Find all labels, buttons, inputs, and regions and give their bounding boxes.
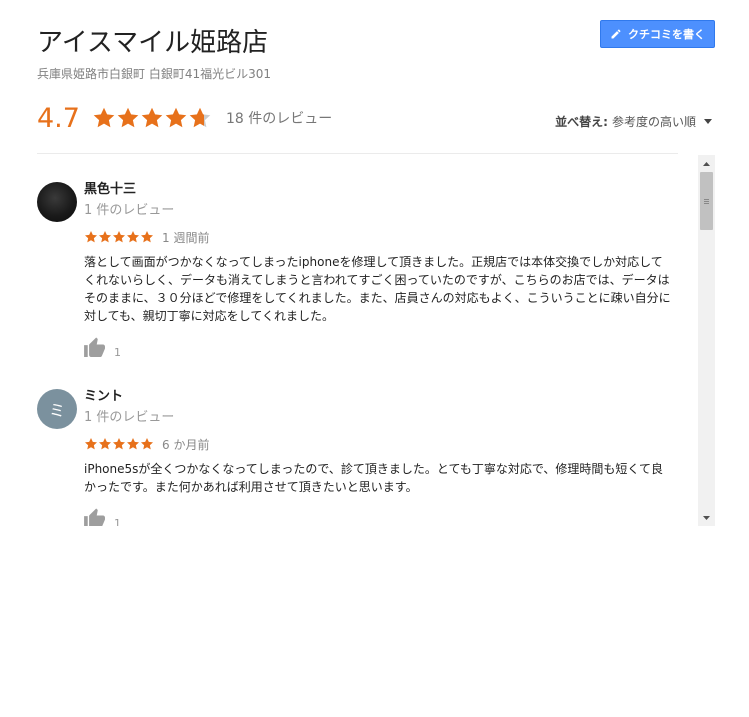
reviewer-name[interactable]: ミント <box>84 389 674 405</box>
star-icon <box>98 230 112 244</box>
star-icon <box>92 106 116 130</box>
review-text: iPhone5sが全くつかなくなってしまったので、診て頂きました。とても丁寧な対… <box>84 462 664 494</box>
review-scrollbar[interactable] <box>698 155 715 526</box>
avatar[interactable]: ミ <box>37 389 77 429</box>
caret-down-icon <box>704 119 712 124</box>
review-count[interactable]: 18 件のレビュー <box>226 108 332 128</box>
star-icon <box>98 437 112 451</box>
star-icon <box>140 106 164 130</box>
star-icon <box>140 437 154 451</box>
scroll-down-arrow-icon[interactable] <box>698 509 715 526</box>
review-time: 6 か月前 <box>162 437 210 452</box>
review-text: 落として画面がつかなくなってしまったiphoneを修理して頂きました。正規店では… <box>84 255 671 323</box>
like-count: 1 <box>114 345 121 359</box>
review-stars <box>84 230 154 244</box>
star-icon <box>126 230 140 244</box>
write-review-label: クチコミを書く <box>628 28 705 41</box>
reviewer-review-count: 1 件のレビュー <box>84 410 175 425</box>
star-icon <box>112 230 126 244</box>
star-icon <box>188 106 212 130</box>
review-time: 1 週間前 <box>162 230 210 245</box>
rating-summary: 4.7 18 件のレビュー <box>37 100 332 136</box>
star-icon <box>126 437 140 451</box>
star-icon <box>116 106 140 130</box>
divider <box>37 153 678 154</box>
star-icon <box>84 437 98 451</box>
scroll-up-arrow-icon[interactable] <box>698 155 715 172</box>
like-count: 1 <box>114 516 121 527</box>
scroll-thumb[interactable] <box>700 172 713 230</box>
pencil-icon <box>610 28 622 40</box>
place-title: アイスマイル姫路店 <box>37 28 269 58</box>
thumbs-up-icon <box>84 508 106 526</box>
reviewer-review-count: 1 件のレビュー <box>84 203 175 218</box>
place-address: 兵庫県姫路市白銀町 白銀町41福光ビル301 <box>37 67 271 81</box>
like-button[interactable]: 1 <box>84 337 674 361</box>
sort-label: 並べ替え: <box>555 115 608 129</box>
thumbs-up-icon <box>84 337 106 361</box>
star-icon <box>84 230 98 244</box>
star-icon <box>140 230 154 244</box>
star-icon <box>112 437 126 451</box>
review-stars <box>84 437 154 451</box>
avatar[interactable] <box>37 182 77 222</box>
review-list: 黒色十三 1 件のレビュー 1 週間前 落として画面がつかなくなってしまったip… <box>37 155 687 526</box>
rating-score: 4.7 <box>37 102 80 134</box>
sort-value: 参考度の高い順 <box>611 115 696 129</box>
sort-dropdown[interactable]: 並べ替え: 参考度の高い順 <box>555 113 712 130</box>
rating-stars <box>92 106 212 130</box>
avatar-initial: ミ <box>48 401 65 420</box>
write-review-button[interactable]: クチコミを書く <box>600 20 715 48</box>
like-button[interactable]: 1 <box>84 508 674 526</box>
star-icon <box>164 106 188 130</box>
reviewer-name[interactable]: 黒色十三 <box>84 182 674 198</box>
